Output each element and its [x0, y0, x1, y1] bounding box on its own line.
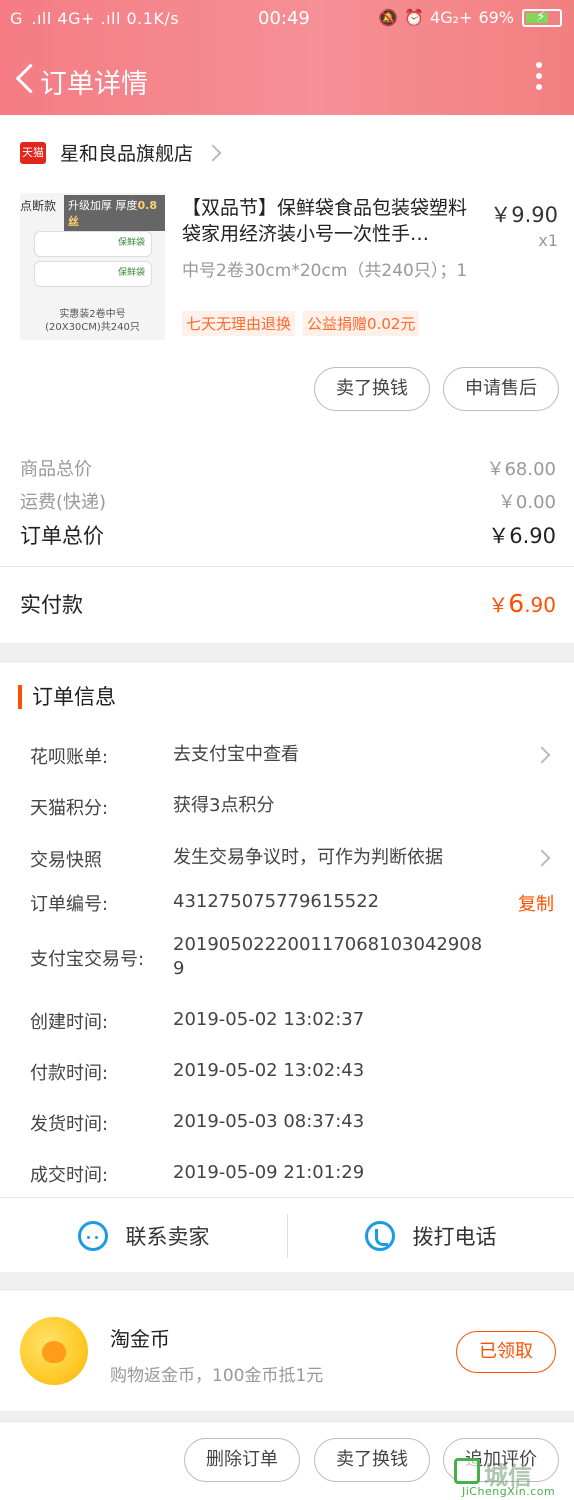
gold-coin-icon: [20, 1317, 88, 1385]
product-roll: 保鲜袋: [34, 261, 152, 287]
more-options-icon[interactable]: [534, 62, 544, 94]
status-bar: G .ıll 4G+ .ıll 0.1K/s 00:49 🔕 ⏰ 4G₂+ 69…: [0, 0, 574, 40]
product-price: ￥9.90: [490, 203, 558, 227]
bottom-action-bar: 删除订单 卖了换钱 追加评价 城信 JiChengXin.com: [0, 1421, 574, 1500]
sell-for-cash-button[interactable]: 卖了换钱: [314, 1438, 430, 1482]
after-sale-button[interactable]: 申请售后: [443, 367, 559, 411]
delete-order-button[interactable]: 删除订单: [184, 1438, 300, 1482]
store-link[interactable]: 天猫 星和良品旗舰店: [20, 139, 222, 166]
chevron-right-icon: [204, 144, 222, 161]
coin-title: 淘金币: [110, 1327, 170, 1351]
contact-bar: 联系卖家 拨打电话: [0, 1197, 574, 1272]
product-tags: 七天无理由退换 公益捐赠0.02元: [182, 311, 420, 336]
section-title: 订单信息: [18, 685, 116, 709]
status-right: 🔕 ⏰ 4G₂+ 69% ⚡: [378, 8, 562, 27]
divider: [0, 566, 574, 567]
alarm-icon: ⏰: [404, 8, 425, 27]
shipping-row: 运费(快递) ￥0.00: [20, 492, 556, 513]
header-bar: G .ıll 4G+ .ıll 0.1K/s 00:49 🔕 ⏰ 4G₂+ 69…: [0, 0, 574, 115]
chevron-right-icon: [533, 746, 551, 764]
tag-return: 七天无理由退换: [182, 311, 296, 336]
claimed-button[interactable]: 已领取: [456, 1331, 556, 1373]
contact-seller-button[interactable]: 联系卖家: [0, 1198, 287, 1273]
product-image[interactable]: 点断款 升级加厚 厚度0.8丝 保鲜袋 保鲜袋 实惠装2卷中号 (20X30CM…: [20, 193, 165, 340]
copy-button[interactable]: 复制: [518, 890, 554, 916]
product-roll: 保鲜袋: [34, 231, 152, 257]
chat-icon: [77, 1220, 108, 1251]
product-qty: x1: [538, 231, 558, 250]
product-spec: 中号2卷30cm*20cm（共240只）；1: [182, 261, 468, 281]
order-total-row: 订单总价 ￥6.90: [20, 524, 556, 548]
tmall-logo: 天猫: [20, 141, 46, 164]
network-label: 4G₂+: [430, 8, 473, 27]
phone-icon: [364, 1220, 395, 1251]
coin-subtitle: 购物返金币，100金币抵1元: [110, 1366, 324, 1386]
call-phone-button[interactable]: 拨打电话: [287, 1198, 574, 1273]
product-title[interactable]: 【双品节】保鲜袋食品包装袋塑料袋家用经济装小号一次性手…: [182, 195, 480, 247]
paid-amount: ￥6.90: [488, 589, 556, 618]
clock: 00:49: [258, 8, 310, 29]
order-info-card: 订单信息 花呗账单: 去支付宝中查看 天猫积分: 获得3点积分 交易快照 发生交易争议…: [0, 663, 574, 1272]
chevron-right-icon: [533, 849, 551, 867]
sell-for-cash-button[interactable]: 卖了换钱: [314, 367, 430, 411]
back-chevron-icon[interactable]: [10, 60, 40, 96]
nav-bar: 订单详情: [0, 52, 574, 104]
order-item-card: 天猫 星和良品旗舰店 点断款 升级加厚 厚度0.8丝 保鲜袋 保鲜袋 实惠装2卷…: [0, 115, 574, 643]
store-name: 星和良品旗舰店: [60, 143, 194, 165]
page-title: 订单详情: [40, 69, 148, 100]
taojinbi-card: 淘金币 购物返金币，100金币抵1元 已领取: [0, 1291, 574, 1411]
paid-row: 实付款 ￥6.90: [20, 589, 556, 618]
battery-percent: 69%: [478, 8, 514, 27]
signal-indicator: G .ıll 4G+ .ıll 0.1K/s: [10, 9, 180, 28]
watermark: 城信 JiChengXin.com: [454, 1454, 572, 1498]
tag-charity: 公益捐赠0.02元: [303, 311, 420, 336]
goods-total-row: 商品总价 ￥68.00: [20, 459, 556, 480]
mute-icon: 🔕: [378, 8, 399, 27]
battery-icon: ⚡: [522, 8, 562, 27]
